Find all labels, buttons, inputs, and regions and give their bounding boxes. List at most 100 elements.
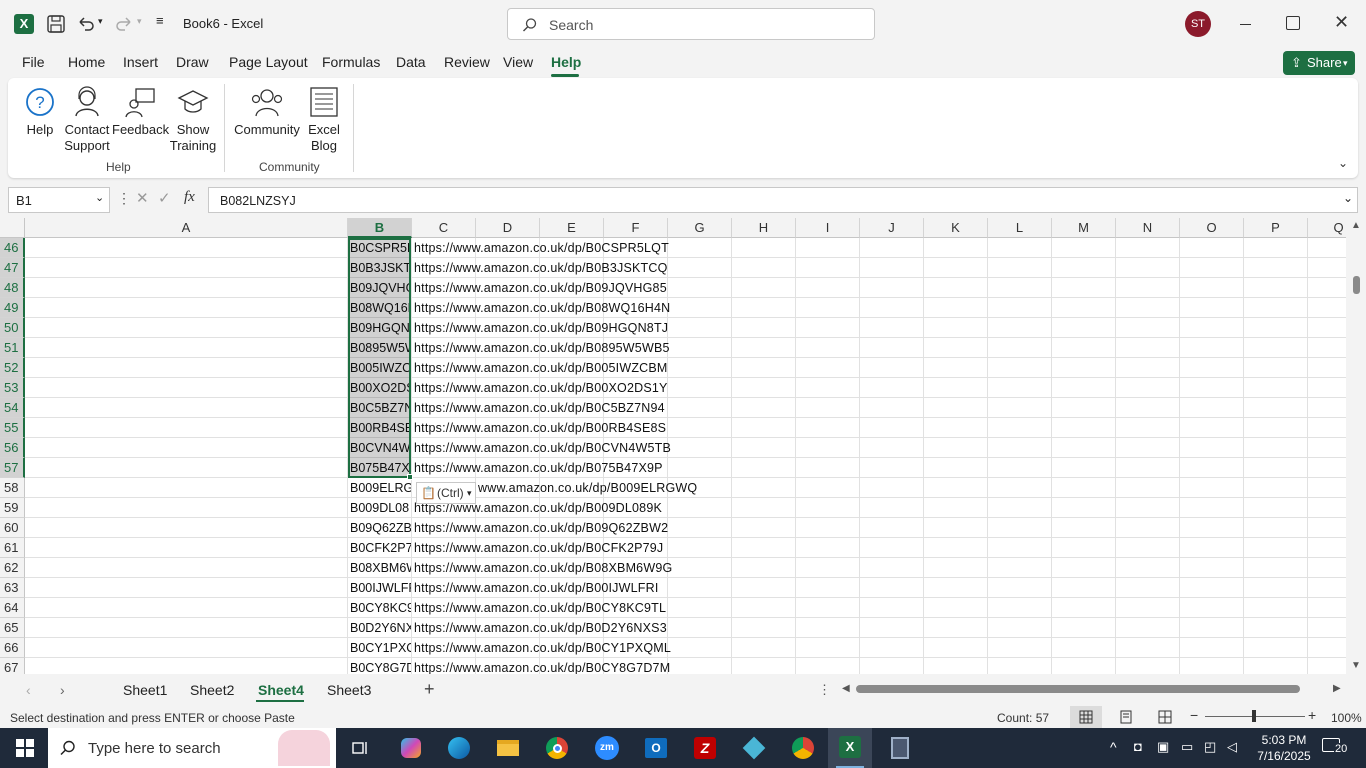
cell-c[interactable]: https://www.amazon.co.uk/dp/B09JQVHG85 xyxy=(414,278,667,298)
column-header-i[interactable]: I xyxy=(796,218,860,238)
file-explorer-icon[interactable] xyxy=(493,734,523,762)
cell-c[interactable]: https://www.amazon.co.uk/dp/B09Q62ZBW2 xyxy=(414,518,668,538)
fill-handle[interactable] xyxy=(407,474,413,480)
task-view-icon[interactable] xyxy=(346,734,376,762)
share-button[interactable]: ⇪ Share ▾ xyxy=(1283,51,1355,75)
tab-formulas[interactable]: Formulas xyxy=(322,54,380,70)
row-header[interactable]: 62 xyxy=(0,558,25,578)
row-header[interactable]: 64 xyxy=(0,598,25,618)
cell-b[interactable]: B0CY8G7D xyxy=(348,658,411,674)
clock[interactable]: 5:03 PM 7/16/2025 xyxy=(1256,732,1312,764)
display-icon[interactable]: ▣ xyxy=(1157,739,1169,755)
community-button[interactable]: Community xyxy=(232,86,302,138)
sheet-tab-sheet4[interactable]: Sheet4 xyxy=(258,682,304,698)
row-header[interactable]: 67 xyxy=(0,658,25,674)
chrome-icon[interactable] xyxy=(542,734,572,762)
scroll-down-icon[interactable]: ▼ xyxy=(1351,660,1361,671)
zoom-app-icon[interactable]: zm xyxy=(592,734,622,762)
network-icon[interactable]: ◰ xyxy=(1204,739,1216,755)
column-header-q[interactable]: Q xyxy=(1308,218,1346,238)
sheet-tab-sheet1[interactable]: Sheet1 xyxy=(123,682,167,698)
cell-c[interactable]: www.amazon.co.uk/dp/B009ELRGWQ xyxy=(478,478,697,498)
row-header[interactable]: 53 xyxy=(0,378,25,398)
page-layout-view-icon[interactable] xyxy=(1119,710,1133,724)
row-header[interactable]: 66 xyxy=(0,638,25,658)
row-header[interactable]: 55 xyxy=(0,418,25,438)
tab-review[interactable]: Review xyxy=(444,54,490,70)
outlook-icon[interactable]: O xyxy=(641,734,671,762)
zoom-in-icon[interactable]: + xyxy=(1308,707,1316,723)
row-header[interactable]: 60 xyxy=(0,518,25,538)
select-all-corner[interactable] xyxy=(0,218,25,238)
cell-b[interactable]: B009ELRG xyxy=(348,478,411,498)
cell-c[interactable]: https://www.amazon.co.uk/dp/B00IJWLFRI xyxy=(414,578,659,598)
cell-c[interactable]: https://www.amazon.co.uk/dp/B0B3JSKTCQ xyxy=(414,258,668,278)
filezilla-icon[interactable]: Z xyxy=(690,734,720,762)
save-icon[interactable] xyxy=(46,14,66,37)
page-break-view-icon[interactable] xyxy=(1158,710,1172,724)
volume-icon[interactable]: ◁ xyxy=(1227,739,1237,755)
contact-support-button[interactable]: Contact Support xyxy=(62,86,112,154)
column-header-a[interactable]: A xyxy=(25,218,348,238)
copilot-icon[interactable] xyxy=(396,734,426,762)
previous-sheet-icon[interactable]: ‹ xyxy=(26,682,31,698)
cell-b[interactable]: B0D2Y6NX xyxy=(348,618,411,638)
sheet-tab-sheet2[interactable]: Sheet2 xyxy=(190,682,234,698)
tab-page-layout[interactable]: Page Layout xyxy=(229,54,308,70)
name-box[interactable]: B1 ⌄ xyxy=(8,187,110,213)
column-header-o[interactable]: O xyxy=(1180,218,1244,238)
row-header[interactable]: 56 xyxy=(0,438,25,458)
vertical-scrollbar[interactable]: ▲ ▼ xyxy=(1346,218,1366,674)
cell-c[interactable]: https://www.amazon.co.uk/dp/B0D2Y6NXS3 xyxy=(414,618,667,638)
row-header[interactable]: 46 xyxy=(0,238,25,258)
vertical-scroll-thumb[interactable] xyxy=(1353,276,1360,294)
row-header[interactable]: 48 xyxy=(0,278,25,298)
cell-b[interactable]: B0CFK2P7 xyxy=(348,538,411,558)
scroll-right-icon[interactable]: ▶ xyxy=(1333,683,1341,694)
add-sheet-icon[interactable]: + xyxy=(424,679,435,700)
excel-blog-button[interactable]: Excel Blog xyxy=(306,86,342,154)
cell-c[interactable]: https://www.amazon.co.uk/dp/B00RB4SE8S xyxy=(414,418,666,438)
more-options-icon[interactable]: ⋮ xyxy=(117,190,131,207)
calculator-icon[interactable] xyxy=(885,734,915,762)
normal-view-button[interactable] xyxy=(1070,706,1102,728)
insert-function-icon[interactable]: fx xyxy=(184,189,195,206)
help-button[interactable]: ? Help xyxy=(18,86,62,138)
search-box[interactable]: Search xyxy=(507,8,875,40)
taskbar-search-box[interactable]: Type here to search xyxy=(48,728,336,768)
cell-c[interactable]: https://www.amazon.co.uk/dp/B00XO2DS1Y xyxy=(414,378,668,398)
column-header-m[interactable]: M xyxy=(1052,218,1116,238)
tab-home[interactable]: Home xyxy=(68,54,105,70)
zoom-out-icon[interactable]: − xyxy=(1190,707,1198,723)
cell-c[interactable]: https://www.amazon.co.uk/dp/B005IWZCBM xyxy=(414,358,668,378)
battery-icon[interactable]: ▭ xyxy=(1181,739,1193,755)
scroll-up-icon[interactable]: ▲ xyxy=(1351,220,1361,231)
cell-c[interactable]: https://www.amazon.co.uk/dp/B08WQ16H4N xyxy=(414,298,670,318)
cell-c[interactable]: https://www.amazon.co.uk/dp/B0CY8KC9TL xyxy=(414,598,666,618)
cell-c[interactable]: https://www.amazon.co.uk/dp/B08XBM6W9G xyxy=(414,558,672,578)
cell-c[interactable]: https://www.amazon.co.uk/dp/B0CY1PXQML xyxy=(414,638,671,658)
windows-start-icon[interactable] xyxy=(10,734,40,762)
row-header[interactable]: 63 xyxy=(0,578,25,598)
chrome-profile-icon[interactable] xyxy=(788,734,818,762)
notifications-button[interactable]: 20 xyxy=(1322,737,1349,759)
customize-toolbar-icon[interactable]: ≡ xyxy=(156,13,164,28)
column-header-j[interactable]: J xyxy=(860,218,924,238)
enter-icon[interactable]: ✓ xyxy=(158,189,171,207)
cell-c[interactable]: https://www.amazon.co.uk/dp/B09HGQN8TJ xyxy=(414,318,668,338)
column-header-e[interactable]: E xyxy=(540,218,604,238)
row-header[interactable]: 58 xyxy=(0,478,25,498)
row-header[interactable]: 51 xyxy=(0,338,25,358)
cell-c[interactable]: https://www.amazon.co.uk/dp/B0CY8G7D7M xyxy=(414,658,670,674)
app-diamond-icon[interactable] xyxy=(739,734,769,762)
show-hidden-icons[interactable]: ^ xyxy=(1110,739,1117,755)
column-header-d[interactable]: D xyxy=(476,218,540,238)
camera-icon[interactable]: ◘ xyxy=(1134,739,1142,754)
minimize-icon[interactable] xyxy=(1236,14,1256,34)
undo-icon[interactable] xyxy=(76,14,96,37)
collapse-ribbon-icon[interactable]: ⌄ xyxy=(1338,156,1348,170)
tab-view[interactable]: View xyxy=(503,54,533,70)
column-header-k[interactable]: K xyxy=(924,218,988,238)
excel-taskbar-active[interactable]: X xyxy=(828,728,872,768)
undo-dropdown-icon[interactable]: ▾ xyxy=(98,16,103,27)
